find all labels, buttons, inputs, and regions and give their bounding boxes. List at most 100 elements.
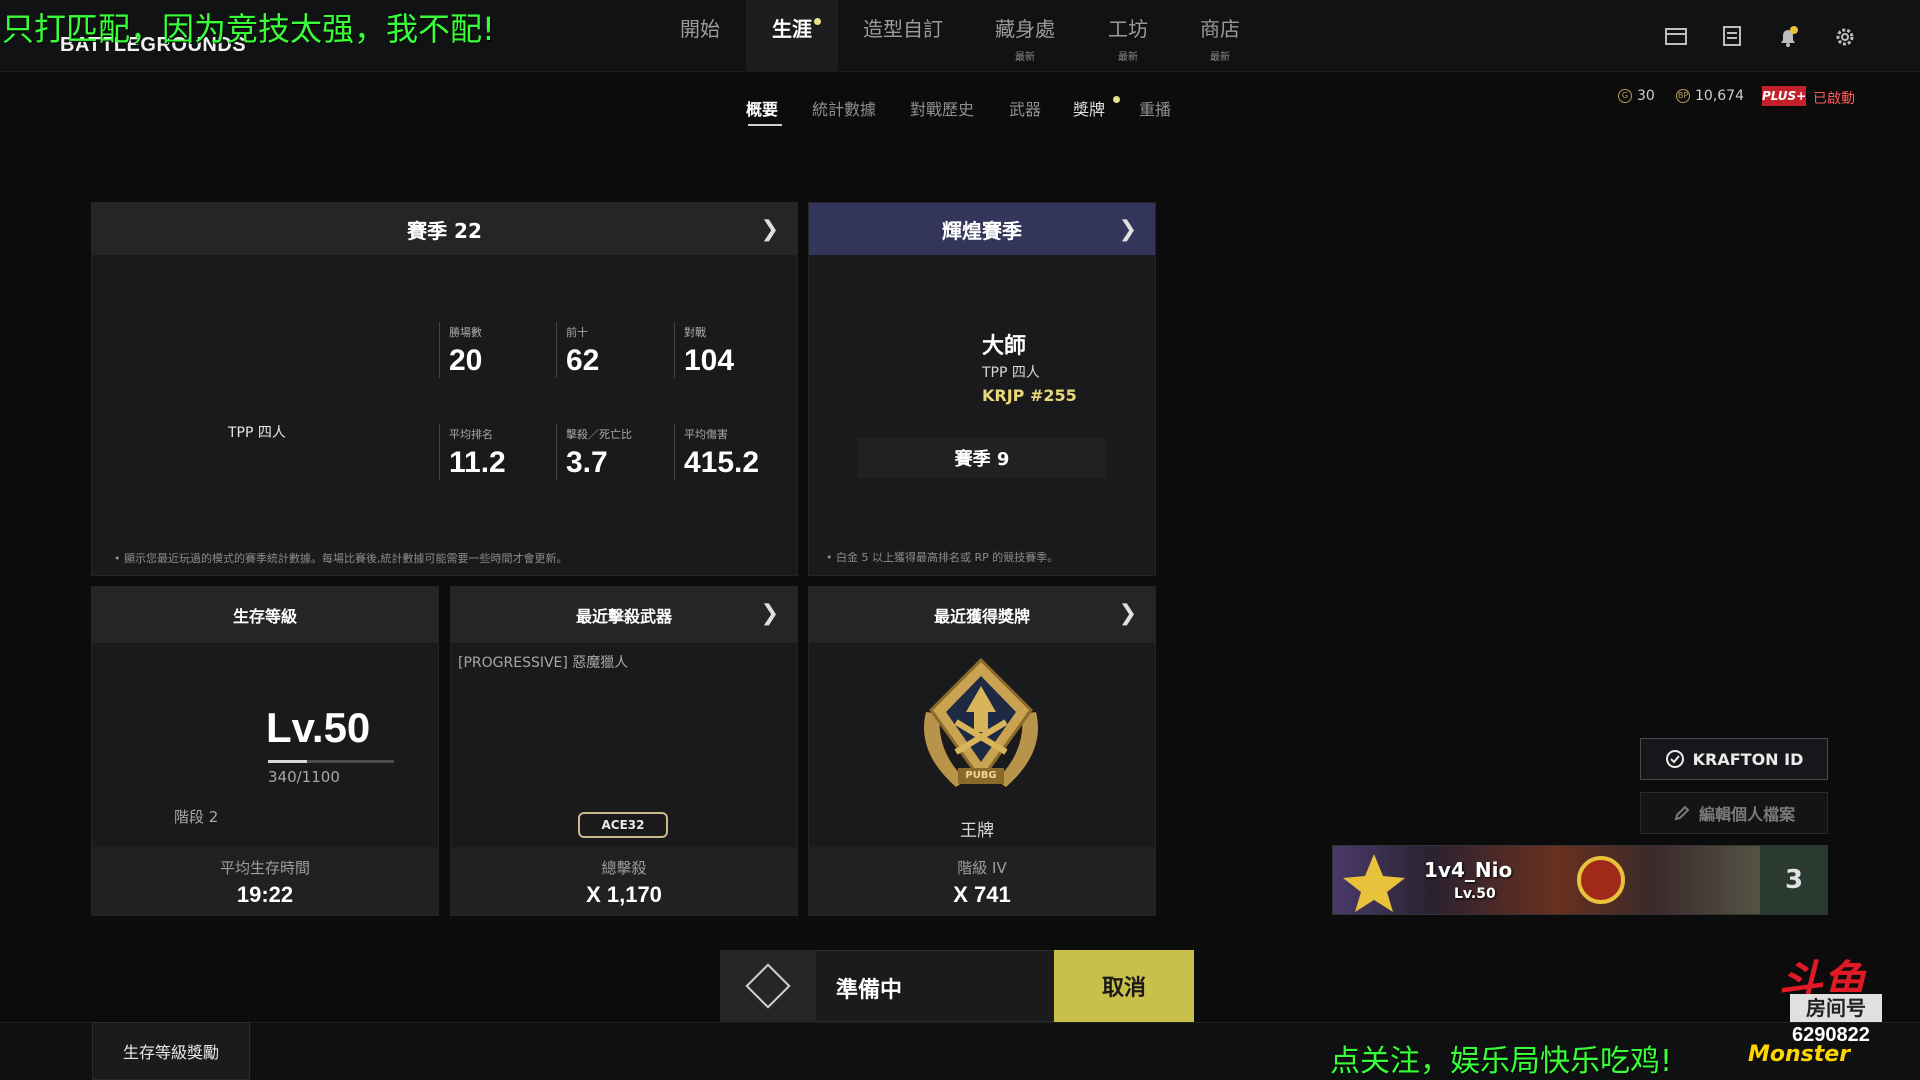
player-level: Lv.50 (1454, 886, 1496, 902)
stat-value: 62 (566, 344, 600, 377)
glory-title: 輝煌賽季 (942, 218, 1022, 243)
subtab-weapons[interactable]: 武器 (1009, 96, 1041, 120)
subtab-overview[interactable]: 概要 (746, 96, 778, 120)
edit-profile-button[interactable]: 編輯個人檔案 (1640, 792, 1828, 834)
stat-matches: 對戰 104 (684, 324, 734, 378)
subtab-match-history[interactable]: 對戰歷史 (910, 96, 974, 120)
survival-reward-tab[interactable]: 生存等級獎勵 (92, 1022, 250, 1080)
survival-footer: 平均生存時間 19:22 (92, 847, 438, 915)
nav-tab-start[interactable]: 開始 (654, 0, 746, 72)
stat-separator (674, 322, 675, 378)
medal-count-value: X 741 (953, 882, 1011, 907)
notification-dot (814, 18, 821, 25)
nav-tab-label: 藏身處 (995, 16, 1055, 41)
krafton-id-label: KRAFTON ID (1692, 749, 1804, 769)
monster-text: Monster (1748, 1042, 1851, 1067)
survival-level-panel: 生存等級 平均生存時間 19:22 (91, 586, 439, 916)
stat-value: 11.2 (449, 446, 506, 479)
bp-balance: BP 10,674 (1676, 88, 1744, 104)
player-name: 1v4_Nio (1424, 858, 1513, 882)
glory-panel-header[interactable]: 輝煌賽季 ❯ (809, 203, 1155, 255)
avg-survival-value: 19:22 (236, 882, 294, 907)
survival-title: 生存等級 (232, 607, 297, 626)
g-coin-icon: G (1618, 89, 1632, 103)
weapon-name: [PROGRESSIVE] 惡魔獵人 (458, 655, 629, 671)
glory-mode: TPP 四人 (982, 365, 1040, 381)
medal-footer: 階級 IV X 741 (809, 847, 1155, 915)
total-kills-value: X 1,170 (586, 882, 662, 907)
weapon-title: 最近擊殺武器 (575, 607, 672, 626)
nav-tab-workshop[interactable]: 工坊 最新 (1082, 0, 1174, 72)
survival-stage: 階段 2 (174, 808, 219, 826)
medal-name: 王牌 (960, 821, 994, 841)
gear-icon[interactable] (1833, 26, 1857, 48)
stat-separator (556, 424, 557, 480)
stat-kd-ratio: 擊殺／死亡比 3.7 (566, 426, 632, 480)
nav-tab-label: 商店 (1200, 16, 1240, 41)
ready-status: 準備中 (836, 978, 903, 1003)
glory-note: • 白金 5 以上獲得最高排名或 RP 的競技賽季。 (826, 551, 1059, 564)
stream-overlay-text: 点关注，娱乐局快乐吃鸡! (1330, 1044, 1673, 1079)
weapon-panel-header[interactable]: 最近擊殺武器 ❯ (451, 587, 797, 643)
plus-status: 已啟動 (1813, 91, 1855, 107)
nav-tab-label: 開始 (680, 16, 720, 41)
season-stats-panel: 賽季 22 ❯ (91, 202, 798, 576)
stat-label: 平均排名 (449, 428, 493, 441)
stat-value: 104 (684, 344, 735, 377)
glory-tier: 大師 (982, 334, 1027, 359)
stream-overlay-text: 只打匹配，因为竞技太强，我不配! (2, 10, 495, 48)
stat-avg-damage: 平均傷害 415.2 (684, 426, 759, 480)
stat-top10: 前十 62 (566, 324, 599, 378)
bell-icon[interactable] (1776, 26, 1800, 48)
room-label: 房间号 (1790, 994, 1882, 1022)
subtab-replays[interactable]: 重播 (1139, 96, 1171, 120)
medal-title: 最近獲得獎牌 (933, 607, 1030, 626)
recent-weapon-panel: 最近擊殺武器 ❯ 總擊殺 X 1,170 (450, 586, 798, 916)
nav-tab-career[interactable]: 生涯 (746, 0, 838, 72)
plus-badge: PLUS+ (1762, 86, 1806, 106)
season-panel-header[interactable]: 賽季 22 ❯ (92, 203, 797, 255)
g-coin-value: 30 (1637, 88, 1655, 104)
cancel-button[interactable]: 取消 (1054, 950, 1194, 1022)
nav-tab-store[interactable]: 商店 最新 (1174, 0, 1266, 72)
news-icon[interactable] (1720, 26, 1744, 48)
nav-tab-label: 生涯 (772, 16, 812, 41)
season-note: • 顯示您最近玩過的模式的賽季統計數據。每場比賽後,統計數據可能需要一些時間才會… (114, 552, 568, 565)
weapon-tag: ACE32 (578, 812, 668, 838)
season-mode-label: TPP 四人 (228, 425, 286, 441)
emblem-icon (1343, 854, 1405, 912)
subtab-stats[interactable]: 統計數據 (812, 96, 876, 120)
chevron-right-icon: ❯ (760, 217, 779, 242)
medal-panel-header[interactable]: 最近獲得獎牌 ❯ (809, 587, 1155, 643)
medal-emblem-text: PUBG (965, 770, 997, 781)
krafton-id-button[interactable]: KRAFTON ID (1640, 738, 1828, 780)
stat-value: 415.2 (684, 446, 760, 479)
glory-season-label: 賽季 9 (858, 438, 1106, 478)
stat-separator (674, 424, 675, 480)
nav-tab-label: 工坊 (1108, 16, 1148, 41)
pencil-icon (1674, 805, 1690, 821)
g-coin-balance: G 30 (1618, 88, 1655, 104)
bp-value: 10,674 (1695, 88, 1744, 104)
check-circle-icon (1665, 750, 1684, 768)
stat-separator (439, 424, 440, 480)
medal-tier-label: 階級 IV (957, 859, 1007, 877)
stat-label: 勝場數 (449, 326, 482, 339)
calendar-icon[interactable] (1664, 26, 1688, 48)
survival-level: Lv.50 (266, 704, 371, 751)
chevron-right-icon: ❯ (1118, 217, 1137, 242)
survival-progress-track (268, 760, 394, 763)
nav-tab-hideout[interactable]: 藏身處 最新 (979, 0, 1071, 72)
total-kills-label: 總擊殺 (601, 859, 647, 877)
survival-progress-fill (268, 760, 308, 763)
edit-profile-label: 編輯個人檔案 (1698, 805, 1795, 824)
stat-separator (556, 322, 557, 378)
weapon-footer: 總擊殺 X 1,170 (451, 847, 797, 915)
stat-label: 對戰 (684, 326, 706, 339)
subtab-medals[interactable]: 獎牌 (1073, 96, 1105, 120)
stat-label: 平均傷害 (684, 428, 728, 441)
chevron-right-icon: ❯ (1118, 601, 1137, 626)
subtab-underline (748, 124, 782, 126)
nav-tab-customize[interactable]: 造型自訂 (856, 0, 950, 72)
stat-separator (439, 322, 440, 378)
